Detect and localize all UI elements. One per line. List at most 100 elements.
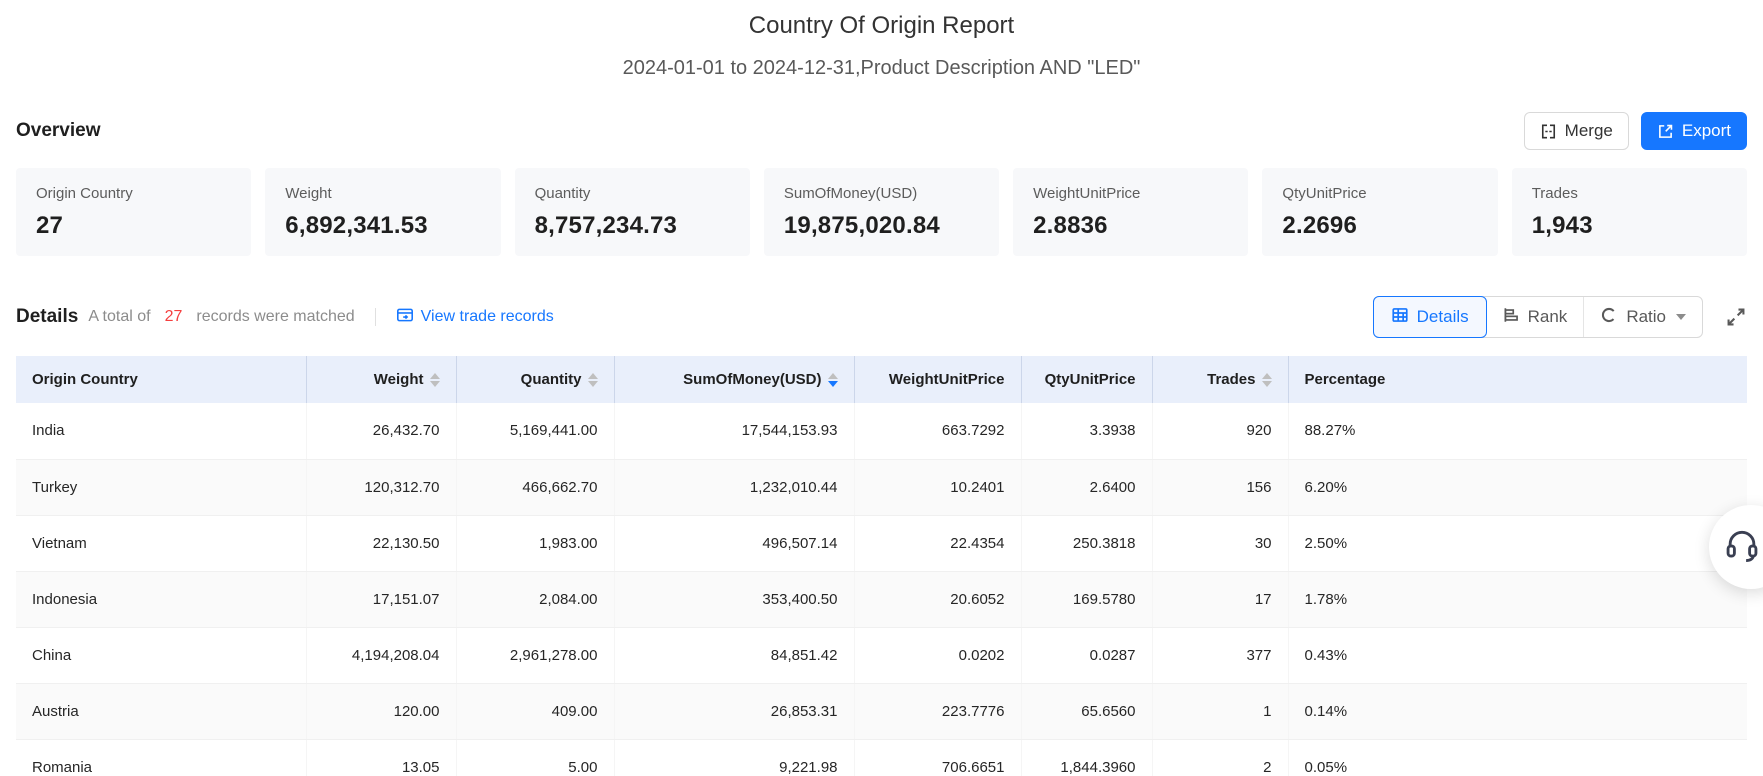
column-header-sumofmoney-usd-[interactable]: SumOfMoney(USD) (614, 356, 854, 403)
table-cell: 4,194,208.04 (306, 627, 456, 683)
sort-arrows-icon[interactable] (588, 373, 598, 387)
details-bar-left: Details A total of 27 records were match… (16, 306, 554, 329)
column-header-label: Weight (374, 371, 424, 388)
table-cell: 9,221.98 (614, 739, 854, 776)
table-row[interactable]: Turkey120,312.70466,662.701,232,010.4410… (16, 459, 1747, 515)
table-cell: 0.05% (1288, 739, 1747, 776)
export-button[interactable]: Export (1641, 112, 1747, 150)
table-cell: 0.43% (1288, 627, 1747, 683)
table-row[interactable]: Vietnam22,130.501,983.00496,507.1422.435… (16, 515, 1747, 571)
page-title: Country Of Origin Report (16, 12, 1747, 40)
export-icon (1657, 123, 1674, 140)
table-cell: Vietnam (16, 515, 306, 571)
table-row[interactable]: Austria120.00409.0026,853.31223.777665.6… (16, 683, 1747, 739)
table-cell: 2,961,278.00 (456, 627, 614, 683)
table-head: Origin Country Weight Quantity SumOfMoney(U… (16, 356, 1747, 403)
table-row[interactable]: Indonesia17,151.072,084.00353,400.5020.6… (16, 571, 1747, 627)
table-cell: 1,232,010.44 (614, 459, 854, 515)
table-row[interactable]: China4,194,208.042,961,278.0084,851.420.… (16, 627, 1747, 683)
stat-card: Quantity8,757,234.73 (515, 168, 750, 256)
view-switcher: Details Rank Ratio (1373, 296, 1703, 338)
column-header-qtyunitprice: QtyUnitPrice (1021, 356, 1152, 403)
stat-card: SumOfMoney(USD) 19,875,020.84 (764, 168, 999, 256)
view-trade-records-link[interactable]: View trade records (396, 306, 554, 329)
table-row[interactable]: India26,432.705,169,441.0017,544,153.936… (16, 403, 1747, 459)
overview-bar: Overview Merge Export (16, 112, 1747, 150)
view-trade-records-label: View trade records (421, 308, 554, 326)
table-cell: 17,544,153.93 (614, 403, 854, 459)
table-cell: 223.7776 (854, 683, 1021, 739)
table-cell: 353,400.50 (614, 571, 854, 627)
table-cell: 1,844.3960 (1021, 739, 1152, 776)
table-cell: 84,851.42 (614, 627, 854, 683)
tab-ratio-label: Ratio (1626, 307, 1666, 327)
column-header-trades[interactable]: Trades (1152, 356, 1288, 403)
table-header-row: Origin Country Weight Quantity SumOfMoney(U… (16, 356, 1747, 403)
table-cell: 2,084.00 (456, 571, 614, 627)
details-bar-right: Details Rank Ratio (1373, 296, 1747, 338)
column-header-percentage: Percentage (1288, 356, 1747, 403)
tab-details[interactable]: Details (1373, 296, 1487, 338)
table-cell: 0.0202 (854, 627, 1021, 683)
tab-rank[interactable]: Rank (1486, 297, 1585, 337)
table-cell: 1,983.00 (456, 515, 614, 571)
column-header-weightunitprice: WeightUnitPrice (854, 356, 1021, 403)
merge-button[interactable]: Merge (1524, 112, 1629, 150)
column-header-label: Origin Country (32, 371, 138, 388)
table-cell: 2.6400 (1021, 459, 1152, 515)
column-header-label: Quantity (521, 371, 582, 388)
stat-card-value: 19,875,020.84 (784, 212, 979, 240)
table-cell: 20.6052 (854, 571, 1021, 627)
table-cell: 10.2401 (854, 459, 1021, 515)
stat-card-label: QtyUnitPrice (1282, 185, 1477, 202)
vertical-divider (375, 308, 376, 326)
sort-arrows-icon[interactable] (1262, 373, 1272, 387)
table-cell: 2.50% (1288, 515, 1747, 571)
table-cell: 1 (1152, 683, 1288, 739)
headset-icon (1723, 526, 1761, 569)
stat-card-label: Weight (285, 185, 480, 202)
table-cell: 120.00 (306, 683, 456, 739)
table-body: India26,432.705,169,441.0017,544,153.936… (16, 403, 1747, 776)
stat-card-value: 6,892,341.53 (285, 212, 480, 240)
overview-actions: Merge Export (1524, 112, 1747, 150)
match-text-suffix: records were matched (196, 308, 354, 326)
stat-card-label: Quantity (535, 185, 730, 202)
column-header-quantity[interactable]: Quantity (456, 356, 614, 403)
stat-card: Trades1,943 (1512, 168, 1747, 256)
tab-ratio[interactable]: Ratio (1584, 297, 1702, 337)
stat-card: QtyUnitPrice2.2696 (1262, 168, 1497, 256)
sort-arrows-icon[interactable] (430, 373, 440, 387)
ratio-icon (1600, 306, 1618, 329)
stat-card: Origin Country27 (16, 168, 251, 256)
stat-card-label: SumOfMoney(USD) (784, 185, 979, 202)
table-cell: Indonesia (16, 571, 306, 627)
trade-records-icon (396, 306, 414, 329)
table-cell: 6.20% (1288, 459, 1747, 515)
table-cell: 663.7292 (854, 403, 1021, 459)
table-cell: 13.05 (306, 739, 456, 776)
column-header-label: QtyUnitPrice (1045, 371, 1136, 388)
details-bar: Details A total of 27 records were match… (16, 296, 1747, 338)
origin-country-table: Origin Country Weight Quantity SumOfMoney(U… (16, 356, 1747, 776)
table-cell: 5,169,441.00 (456, 403, 614, 459)
table-cell: 26,432.70 (306, 403, 456, 459)
merge-cells-icon (1540, 123, 1557, 140)
merge-button-label: Merge (1565, 121, 1613, 141)
column-header-origin-country: Origin Country (16, 356, 306, 403)
stat-card: Weight 6,892,341.53 (265, 168, 500, 256)
report-subtitle: 2024-01-01 to 2024-12-31,Product Descrip… (16, 57, 1747, 80)
tab-rank-label: Rank (1528, 307, 1568, 327)
page: Country Of Origin Report 2024-01-01 to 2… (0, 0, 1763, 776)
fullscreen-button[interactable] (1725, 306, 1747, 328)
table-cell: 466,662.70 (456, 459, 614, 515)
table-cell: 377 (1152, 627, 1288, 683)
sort-arrows-icon[interactable] (828, 373, 838, 387)
table-row[interactable]: Romania13.055.009,221.98706.66511,844.39… (16, 739, 1747, 776)
table-cell: 920 (1152, 403, 1288, 459)
table-cell: China (16, 627, 306, 683)
column-header-weight[interactable]: Weight (306, 356, 456, 403)
table-cell: 250.3818 (1021, 515, 1152, 571)
column-header-label: SumOfMoney(USD) (683, 371, 821, 388)
chevron-down-icon (1676, 314, 1686, 320)
